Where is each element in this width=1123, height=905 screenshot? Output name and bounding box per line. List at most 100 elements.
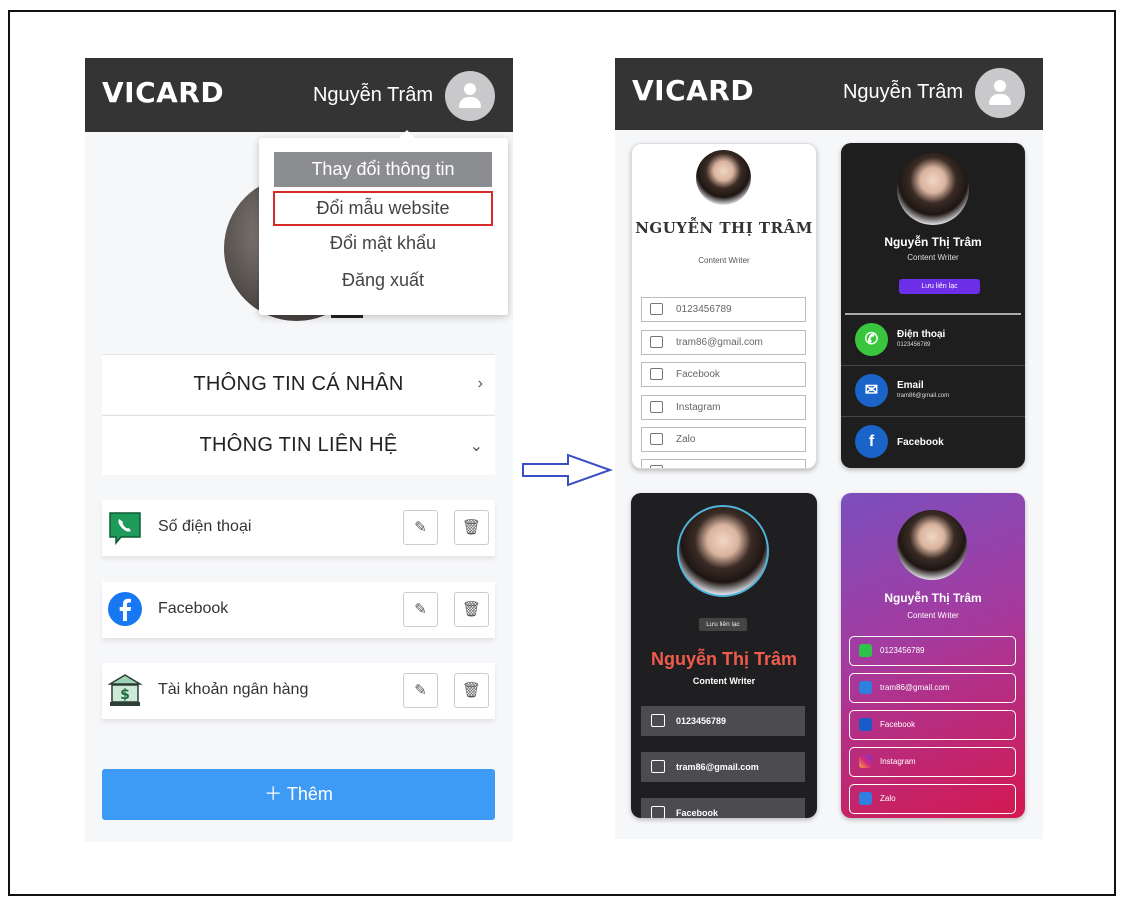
save-contact-button[interactable]: Lưu liên lạc [899,279,980,294]
contact-item-phone: Số điện thoại ✎ 🗑 [102,500,495,556]
template-card-classic[interactable]: NGUYỄN THỊ TRÂM Content Writer 012345678… [631,143,817,469]
delete-button[interactable]: 🗑 [454,592,489,627]
bank-icon: $ [107,674,143,706]
trash-icon: 🗑 [461,519,482,536]
facebook-icon [650,368,663,380]
card-row-email: tram86@gmail.com [641,330,806,355]
profile-photo [897,510,967,580]
user-name[interactable]: Nguyễn Trâm [843,81,963,104]
section-contact-info[interactable]: THÔNG TIN LIÊN HỆ ⌄ [102,415,495,475]
row-sub: 0123456789 [897,342,931,348]
facebook-icon: f [855,425,888,458]
card-row-phone: 0123456789 [641,297,806,322]
card-row-email: ✉ Email tram86@gmail.com [841,367,1025,417]
brand-logo[interactable]: VICARD [102,76,224,109]
trash-icon: 🗑 [461,601,482,618]
card-name: Nguyễn Thị Trâm [884,235,982,249]
card-row-instagram: Instagram [849,747,1016,777]
chevron-right-icon: › [477,375,483,392]
mail-icon [859,681,872,694]
zalo-icon [650,433,663,445]
user-avatar-icon[interactable] [975,68,1025,118]
facebook-icon [859,718,872,731]
card-row-email: tram86@gmail.com [641,752,805,782]
top-navbar: VICARD Nguyễn Trâm [615,58,1043,130]
pencil-icon: ✎ [414,682,427,699]
card-row-facebook: f Facebook [841,418,1025,468]
phone-chat-icon [109,512,141,545]
menu-item-change-info[interactable]: Thay đổi thông tin [274,152,492,187]
phone-icon [859,644,872,657]
card-job-title: Content Writer [698,256,750,265]
card-row-phone: ✆ Điện thoại 0123456789 [841,316,1025,366]
template-card-gradient[interactable]: Nguyễn Thị Trâm Content Writer 012345678… [841,493,1025,818]
card-row-facebook: Facebook [849,710,1016,740]
pencil-icon: ✎ [414,519,427,536]
row-title: Điện thoại [897,329,946,340]
phone-icon: ✆ [855,323,888,356]
left-phone-screen: VICARD Nguyễn Trâm Thay đổi thông tin Đổ… [85,58,513,842]
divider [845,313,1021,315]
section-personal-info[interactable]: THÔNG TIN CÁ NHÂN › [102,354,495,414]
top-navbar: VICARD Nguyễn Trâm [85,58,513,132]
mail-icon: ✉ [855,374,888,407]
user-name[interactable]: Nguyễn Trâm [313,84,433,107]
user-dropdown-menu: Thay đổi thông tin Đổi mẫu website Đổi m… [259,130,508,315]
facebook-icon [651,806,665,818]
svg-text:$: $ [120,687,130,703]
card-row-phone: 0123456789 [849,636,1016,666]
template-card-dark-boxes[interactable]: Lưu liên lạc Nguyễn Thị Trâm Content Wri… [631,493,817,818]
contact-item-label: Facebook [158,600,229,617]
instagram-icon [859,755,872,768]
edit-button[interactable]: ✎ [403,510,438,545]
template-card-dark-list[interactable]: Nguyễn Thị Trâm Content Writer Lưu liên … [841,143,1025,468]
user-avatar-icon[interactable] [445,71,495,121]
zalo-icon [859,792,872,805]
card-name: NGUYỄN THỊ TRÂM [635,219,813,237]
contact-item-label: Số điện thoại [158,518,252,535]
facebook-icon [108,592,142,626]
profile-photo [677,505,769,597]
card-name: Nguyễn Thị Trâm [884,591,982,605]
pencil-icon: ✎ [414,601,427,618]
right-phone-screen: VICARD Nguyễn Trâm NGUYỄN THỊ TRÂM Conte… [615,58,1043,839]
card-name: Nguyễn Thị Trâm [650,649,798,669]
contact-item-label: Tài khoản ngân hàng [158,681,309,698]
link-icon [650,465,663,468]
row-sub: tram86@gmail.com [897,393,950,399]
row-title: Facebook [897,437,944,448]
mail-icon [650,336,663,348]
delete-button[interactable]: 🗑 [454,673,489,708]
contact-item-facebook: Facebook ✎ 🗑 [102,582,495,638]
card-row-zalo: Zalo [849,784,1016,814]
card-row-zalo: Zalo [641,427,806,452]
section-title: THÔNG TIN LIÊN HỆ [199,434,398,456]
card-job-title: Content Writer [907,611,959,620]
instagram-icon [650,401,663,413]
save-contact-button[interactable]: Lưu liên lạc [699,618,747,631]
arrow-right-icon [522,453,613,487]
menu-item-change-password[interactable]: Đổi mật khẩu [274,226,492,261]
trash-icon: 🗑 [461,682,482,699]
mail-icon [651,760,665,773]
brand-logo[interactable]: VICARD [632,74,754,107]
delete-button[interactable]: 🗑 [454,510,489,545]
card-row-more [641,459,806,468]
edit-button[interactable]: ✎ [403,592,438,627]
card-row-phone: 0123456789 [641,706,805,736]
profile-photo [897,153,969,225]
edit-button[interactable]: ✎ [403,673,438,708]
phone-icon [651,714,665,727]
contact-item-bank: $ Tài khoản ngân hàng ✎ 🗑 [102,663,495,719]
card-job-title: Content Writer [907,253,959,262]
phone-icon [650,303,663,315]
menu-item-logout[interactable]: Đăng xuất [274,263,492,298]
card-row-instagram: Instagram [641,395,806,420]
profile-photo [696,150,751,205]
menu-item-change-template[interactable]: Đổi mẫu website [273,191,493,226]
chevron-down-icon: ⌄ [469,438,483,455]
section-title: THÔNG TIN CÁ NHÂN [193,373,404,395]
row-title: Email [897,380,924,391]
card-row-email: tram86@gmail.com [849,673,1016,703]
add-button[interactable]: ＋ Thêm [102,769,495,820]
